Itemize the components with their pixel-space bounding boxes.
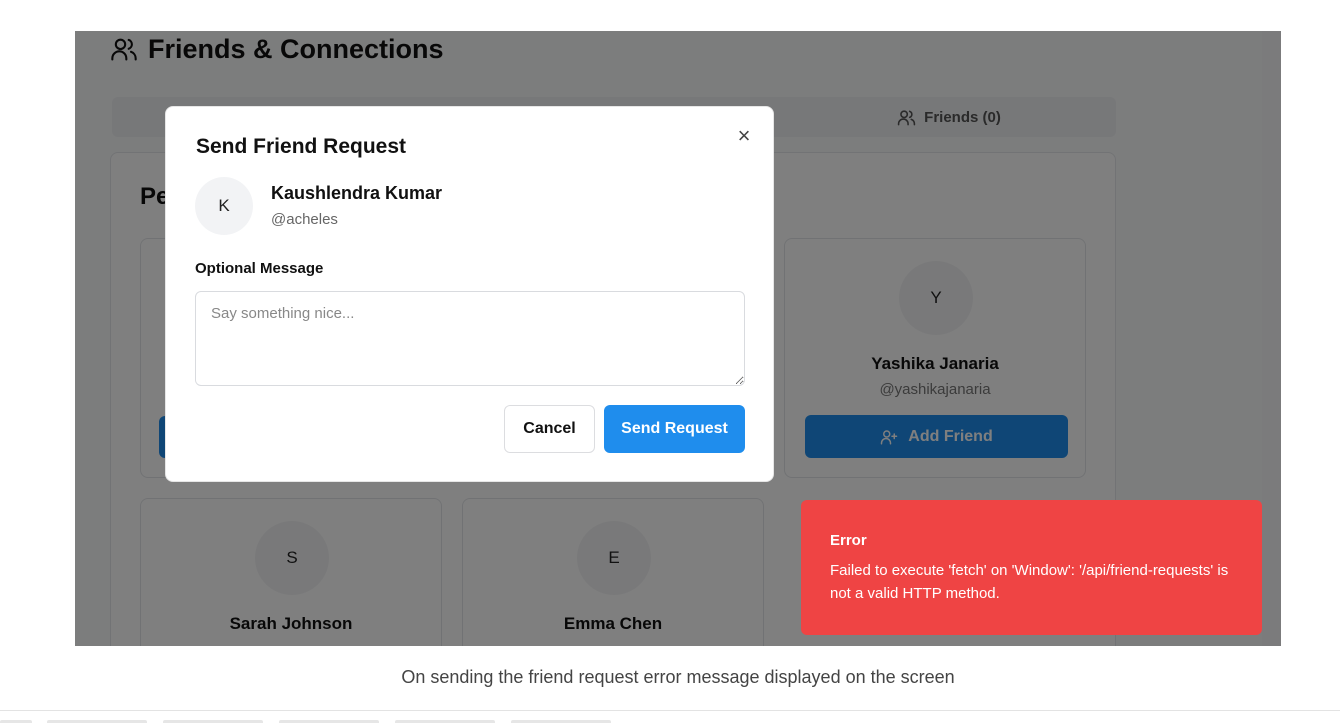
app-screenshot: Friends & Connections Friends (0) Pe — [75, 31, 1281, 646]
cancel-button[interactable]: Cancel — [504, 405, 595, 453]
send-request-button[interactable]: Send Request — [604, 405, 745, 453]
error-toast[interactable]: Error Failed to execute 'fetch' on 'Wind… — [801, 500, 1262, 635]
toast-title: Error — [830, 532, 867, 549]
divider — [0, 710, 1340, 711]
message-textarea[interactable] — [195, 291, 745, 386]
recipient-name: Kaushlendra Kumar — [271, 183, 443, 203]
screenshot-caption: On sending the friend request error mess… — [401, 667, 955, 687]
dialog-title: Send Friend Request — [196, 135, 407, 158]
send-friend-request-dialog: Send Friend Request × K Kaushlendra Kuma… — [165, 106, 774, 482]
message-label: Optional Message — [195, 260, 324, 277]
recipient-handle: @acheles — [271, 211, 338, 228]
close-icon[interactable]: × — [733, 125, 755, 147]
avatar: K — [195, 177, 253, 235]
toast-message: Failed to execute 'fetch' on 'Window': '… — [830, 562, 1229, 602]
